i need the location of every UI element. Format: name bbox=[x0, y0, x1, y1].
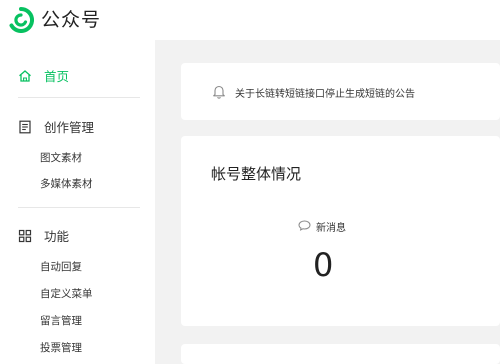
top-bar: 公众号 bbox=[0, 0, 500, 40]
sidebar-subitem-custom-menu[interactable]: 自定义菜单 bbox=[40, 286, 93, 301]
sidebar-subitem-graphic-material[interactable]: 图文素材 bbox=[40, 150, 82, 165]
bell-icon bbox=[213, 85, 225, 99]
chat-bubble-icon bbox=[298, 220, 311, 231]
sidebar-item-features[interactable]: 功能 bbox=[18, 226, 69, 245]
notice-link[interactable]: 关于长链转短链接口停止生成短链的公告 bbox=[235, 85, 415, 100]
sidebar-item-label: 创作管理 bbox=[44, 120, 95, 135]
sidebar-subitem-auto-reply[interactable]: 自动回复 bbox=[40, 259, 82, 274]
next-section-card bbox=[181, 344, 500, 364]
sidebar-divider bbox=[18, 207, 140, 208]
wechat-mp-logo-icon[interactable] bbox=[8, 7, 34, 33]
sidebar-divider bbox=[18, 97, 140, 98]
sidebar-item-label: 首页 bbox=[44, 69, 70, 84]
sidebar-subitem-comment-management[interactable]: 留言管理 bbox=[40, 313, 82, 328]
sidebar-item-creation[interactable]: 创作管理 bbox=[18, 117, 94, 136]
document-icon bbox=[19, 120, 31, 133]
app-title[interactable]: 公众号 bbox=[41, 7, 101, 33]
home-icon bbox=[19, 69, 31, 82]
new-messages-label: 新消息 bbox=[316, 223, 346, 234]
sidebar-subitem-multimedia-material[interactable]: 多媒体素材 bbox=[40, 176, 93, 191]
sidebar-subitem-vote-management[interactable]: 投票管理 bbox=[40, 340, 82, 355]
sidebar-item-label: 功能 bbox=[44, 229, 70, 244]
section-title: 帐号整体情况 bbox=[211, 165, 302, 183]
grid-icon bbox=[18, 229, 32, 242]
sidebar-item-home[interactable]: 首页 bbox=[18, 66, 69, 85]
new-messages-count[interactable]: 0 bbox=[313, 245, 333, 285]
